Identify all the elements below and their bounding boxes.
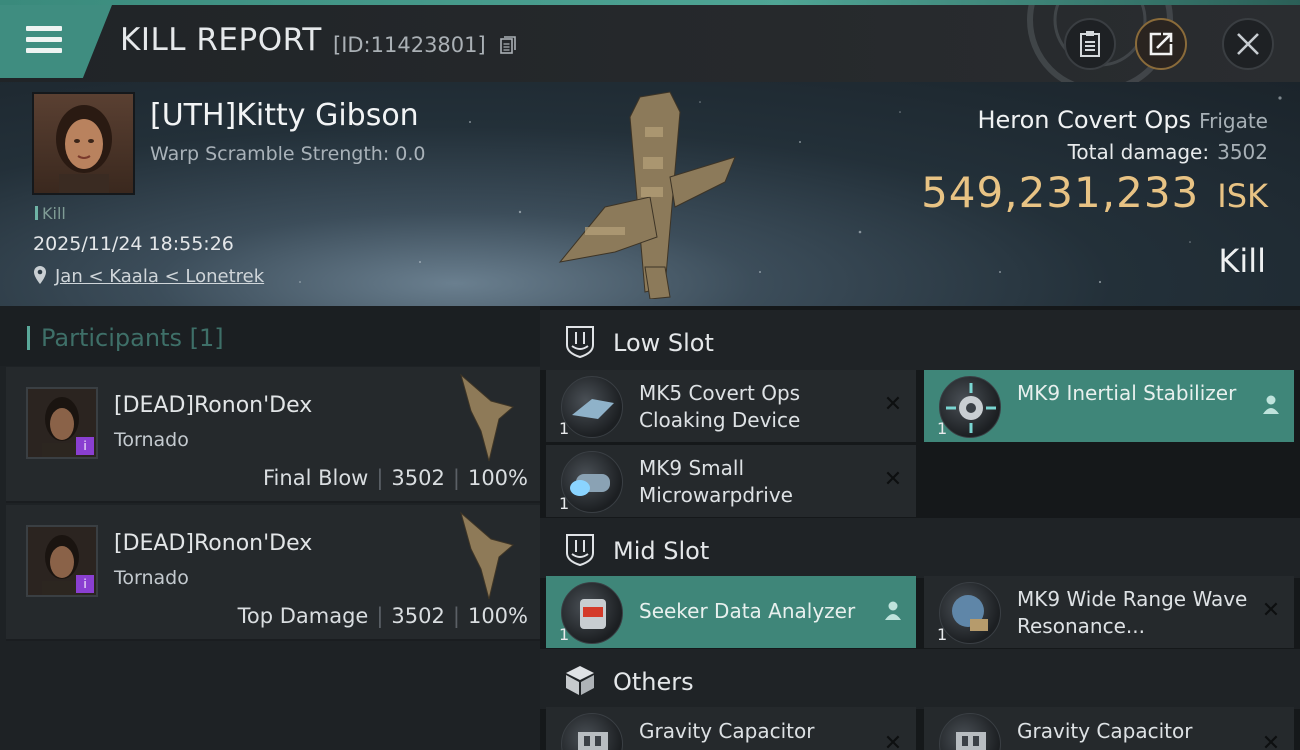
corp-badge-icon: i <box>76 437 94 455</box>
report-id: [ID:11423801] <box>333 33 486 57</box>
participant-stats: Top Damage | 3502 | 100% <box>237 604 528 628</box>
participants-header: Participants [1] <box>0 306 540 366</box>
wave-resonance-icon <box>939 582 1001 644</box>
isk-amount: 549,231,233 <box>921 168 1200 217</box>
menu-button[interactable] <box>26 24 64 56</box>
result-label: Kill <box>1218 242 1266 280</box>
victim-portrait[interactable] <box>32 92 135 195</box>
participant-role: Top Damage <box>237 604 369 628</box>
module-quantity: 1 <box>937 625 948 644</box>
others-header: Others <box>540 649 1300 709</box>
low-slot-title: Low Slot <box>613 329 714 357</box>
participants-panel: Participants [1] i [DEAD]Ronon'Dex Torna… <box>0 306 540 750</box>
participant-percent: 100% <box>467 466 528 490</box>
participant-ship-icon <box>460 511 515 600</box>
module-quantity: 1 <box>937 419 948 438</box>
gravity-capacitor-icon <box>939 713 1001 750</box>
total-damage-label: Total damage: <box>1067 140 1210 164</box>
participant-role: Final Blow <box>263 466 369 490</box>
dropped-user-icon <box>885 601 901 620</box>
module-quantity: 1 <box>559 494 570 513</box>
module-name: Gravity Capacitor <box>639 719 815 743</box>
menu-icon <box>26 26 62 31</box>
participant-row[interactable]: i [DEAD]Ronon'Dex Tornado Final Blow | 350… <box>6 367 540 503</box>
destroyed-icon: ✕ <box>883 467 903 492</box>
warp-scramble-strength: Warp Scramble Strength: 0.0 <box>150 143 426 165</box>
accent-line <box>0 0 1300 5</box>
destroyed-icon: ✕ <box>883 392 903 417</box>
cargo-box-icon <box>566 666 594 695</box>
module-item[interactable]: 1 MK9 Inertial Stabilizer <box>924 370 1294 442</box>
others-title: Others <box>613 668 694 696</box>
microwarpdrive-icon <box>561 451 623 513</box>
module-name: MK9 Small Microwarpdrive <box>639 456 793 507</box>
victim-banner: [UTH]Kitty Gibson Warp Scramble Strength… <box>0 82 1300 306</box>
participant-ship: Tornado <box>114 429 189 451</box>
module-item[interactable]: 1 MK9 Small Microwarpdrive ✕ <box>546 445 916 517</box>
page-title: KILL REPORT <box>120 22 322 58</box>
kill-report-window: KILL REPORT [ID:11423801] [UTH]Kitty Gib… <box>0 0 1300 750</box>
module-name: MK9 Inertial Stabilizer <box>1017 381 1237 405</box>
participant-name[interactable]: [DEAD]Ronon'Dex <box>114 393 312 418</box>
mid-slot-icon <box>566 534 594 566</box>
ship-name: Heron Covert Ops <box>977 106 1192 134</box>
destroyed-icon: ✕ <box>883 731 903 750</box>
total-damage-value: 3502 <box>1217 140 1268 164</box>
victim-ship-image <box>558 91 736 299</box>
inertial-stabilizer-icon <box>939 376 1001 438</box>
close-icon <box>1237 33 1259 55</box>
victim-ship: Heron Covert Ops Frigate <box>977 106 1268 134</box>
ship-class: Frigate <box>1199 109 1268 133</box>
portrait-avatar <box>56 105 112 193</box>
module-quantity: 1 <box>559 625 570 644</box>
corp-badge-icon: i <box>76 575 94 593</box>
participant-ship: Tornado <box>114 567 189 589</box>
module-item[interactable]: 1 Seeker Data Analyzer <box>546 576 916 648</box>
destroyed-icon: ✕ <box>1261 731 1281 750</box>
clipboard-icon <box>1080 31 1100 57</box>
participant-name[interactable]: [DEAD]Ronon'Dex <box>114 531 312 556</box>
participant-percent: 100% <box>467 604 528 628</box>
location-link[interactable]: Jan < Kaala < Lonetrek <box>55 266 264 287</box>
location-pin-icon <box>34 266 46 284</box>
module-item[interactable]: 1 MK5 Covert Ops Cloaking Device ✕ <box>546 370 916 442</box>
module-name: MK5 Covert Ops Cloaking Device <box>639 381 801 432</box>
participants-title: Participants [1] <box>41 324 224 352</box>
avatar[interactable]: i <box>26 525 98 597</box>
mid-slot-header: Mid Slot <box>540 518 1300 578</box>
participant-ship-icon <box>460 373 515 462</box>
participant-stats: Final Blow | 3502 | 100% <box>263 466 528 490</box>
module-item[interactable]: Gravity Capacitor ✕ <box>924 707 1294 750</box>
module-item[interactable]: 1 MK9 Wide Range Wave Resonance... ✕ <box>924 576 1294 648</box>
participant-damage: 3502 <box>391 604 445 628</box>
module-name: MK9 Wide Range Wave Resonance... <box>1017 587 1248 638</box>
low-slot-icon <box>566 326 594 358</box>
module-name: Seeker Data Analyzer <box>639 599 856 623</box>
module-name: Gravity Capacitor <box>1017 719 1193 743</box>
gravity-capacitor-icon <box>561 713 623 750</box>
module-quantity: 1 <box>559 419 570 438</box>
clipboard-button[interactable] <box>1064 18 1116 70</box>
module-item[interactable]: Gravity Capacitor ✕ <box>546 707 916 750</box>
kill-timestamp: 2025/11/24 18:55:26 <box>33 233 234 255</box>
total-damage: Total damage: 3502 <box>1068 140 1268 164</box>
low-slot-header: Low Slot <box>540 310 1300 370</box>
fitting-panel: Low Slot 1 MK5 Covert Ops Cloaking Devic… <box>540 306 1300 750</box>
destroyed-icon: ✕ <box>1261 598 1281 623</box>
close-button[interactable] <box>1222 18 1274 70</box>
cloaking-device-icon <box>561 376 623 438</box>
share-icon <box>1149 32 1173 56</box>
kill-tag: Kill <box>35 204 66 223</box>
participant-damage: 3502 <box>391 466 445 490</box>
copy-icon[interactable] <box>500 36 516 54</box>
avatar[interactable]: i <box>26 387 98 459</box>
dropped-user-icon <box>1263 395 1279 414</box>
mid-slot-title: Mid Slot <box>613 537 710 565</box>
share-button[interactable] <box>1135 18 1187 70</box>
victim-name[interactable]: [UTH]Kitty Gibson <box>150 98 419 133</box>
isk-value: 549,231,233 ISK <box>921 168 1268 217</box>
participant-row[interactable]: i [DEAD]Ronon'Dex Tornado Top Damage | 350… <box>6 505 540 641</box>
data-analyzer-icon <box>561 582 623 644</box>
isk-unit: ISK <box>1217 177 1268 215</box>
